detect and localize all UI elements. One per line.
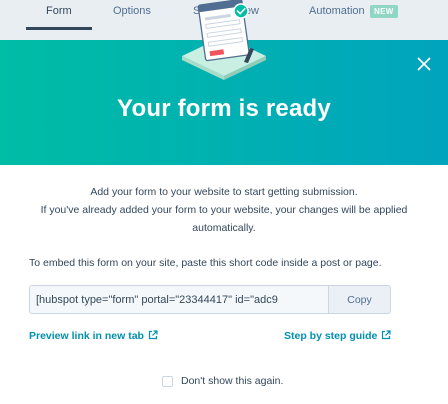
tab-automation[interactable]: Automation xyxy=(309,5,365,17)
new-badge: NEW xyxy=(370,5,398,18)
external-link-icon xyxy=(148,330,158,340)
dont-show-label: Don't show this again. xyxy=(181,375,284,387)
shortcode-input[interactable] xyxy=(29,285,328,314)
active-tab-indicator xyxy=(26,27,92,30)
form-ready-modal: Your form is ready Add your form to your… xyxy=(0,0,448,404)
external-link-icon xyxy=(382,330,391,340)
modal-title: Your form is ready xyxy=(117,95,331,122)
guide-link-label: Step by step guide xyxy=(284,330,378,342)
intro-line-2: If you've already added your form to you… xyxy=(40,204,408,216)
intro-text: Add your form to your website to start g… xyxy=(20,183,428,237)
embed-instructions: To embed this form on your site, paste t… xyxy=(29,257,382,269)
tab-options[interactable]: Options xyxy=(113,5,151,17)
copy-button[interactable]: Copy xyxy=(328,285,391,314)
intro-line-1: Add your form to your website to start g… xyxy=(90,186,358,198)
preview-link-label: Preview link in new tab xyxy=(29,330,144,342)
dont-show-again-option[interactable]: Don't show this again. xyxy=(162,375,283,387)
tab-form[interactable]: Form xyxy=(46,5,72,17)
preview-link[interactable]: Preview link in new tab xyxy=(29,330,158,342)
form-illustration xyxy=(182,0,266,80)
close-icon xyxy=(417,57,431,71)
step-by-step-guide-link[interactable]: Step by step guide xyxy=(284,330,391,342)
intro-line-3: automatically. xyxy=(192,222,256,234)
close-button[interactable] xyxy=(412,52,436,76)
dont-show-checkbox[interactable] xyxy=(162,375,173,387)
